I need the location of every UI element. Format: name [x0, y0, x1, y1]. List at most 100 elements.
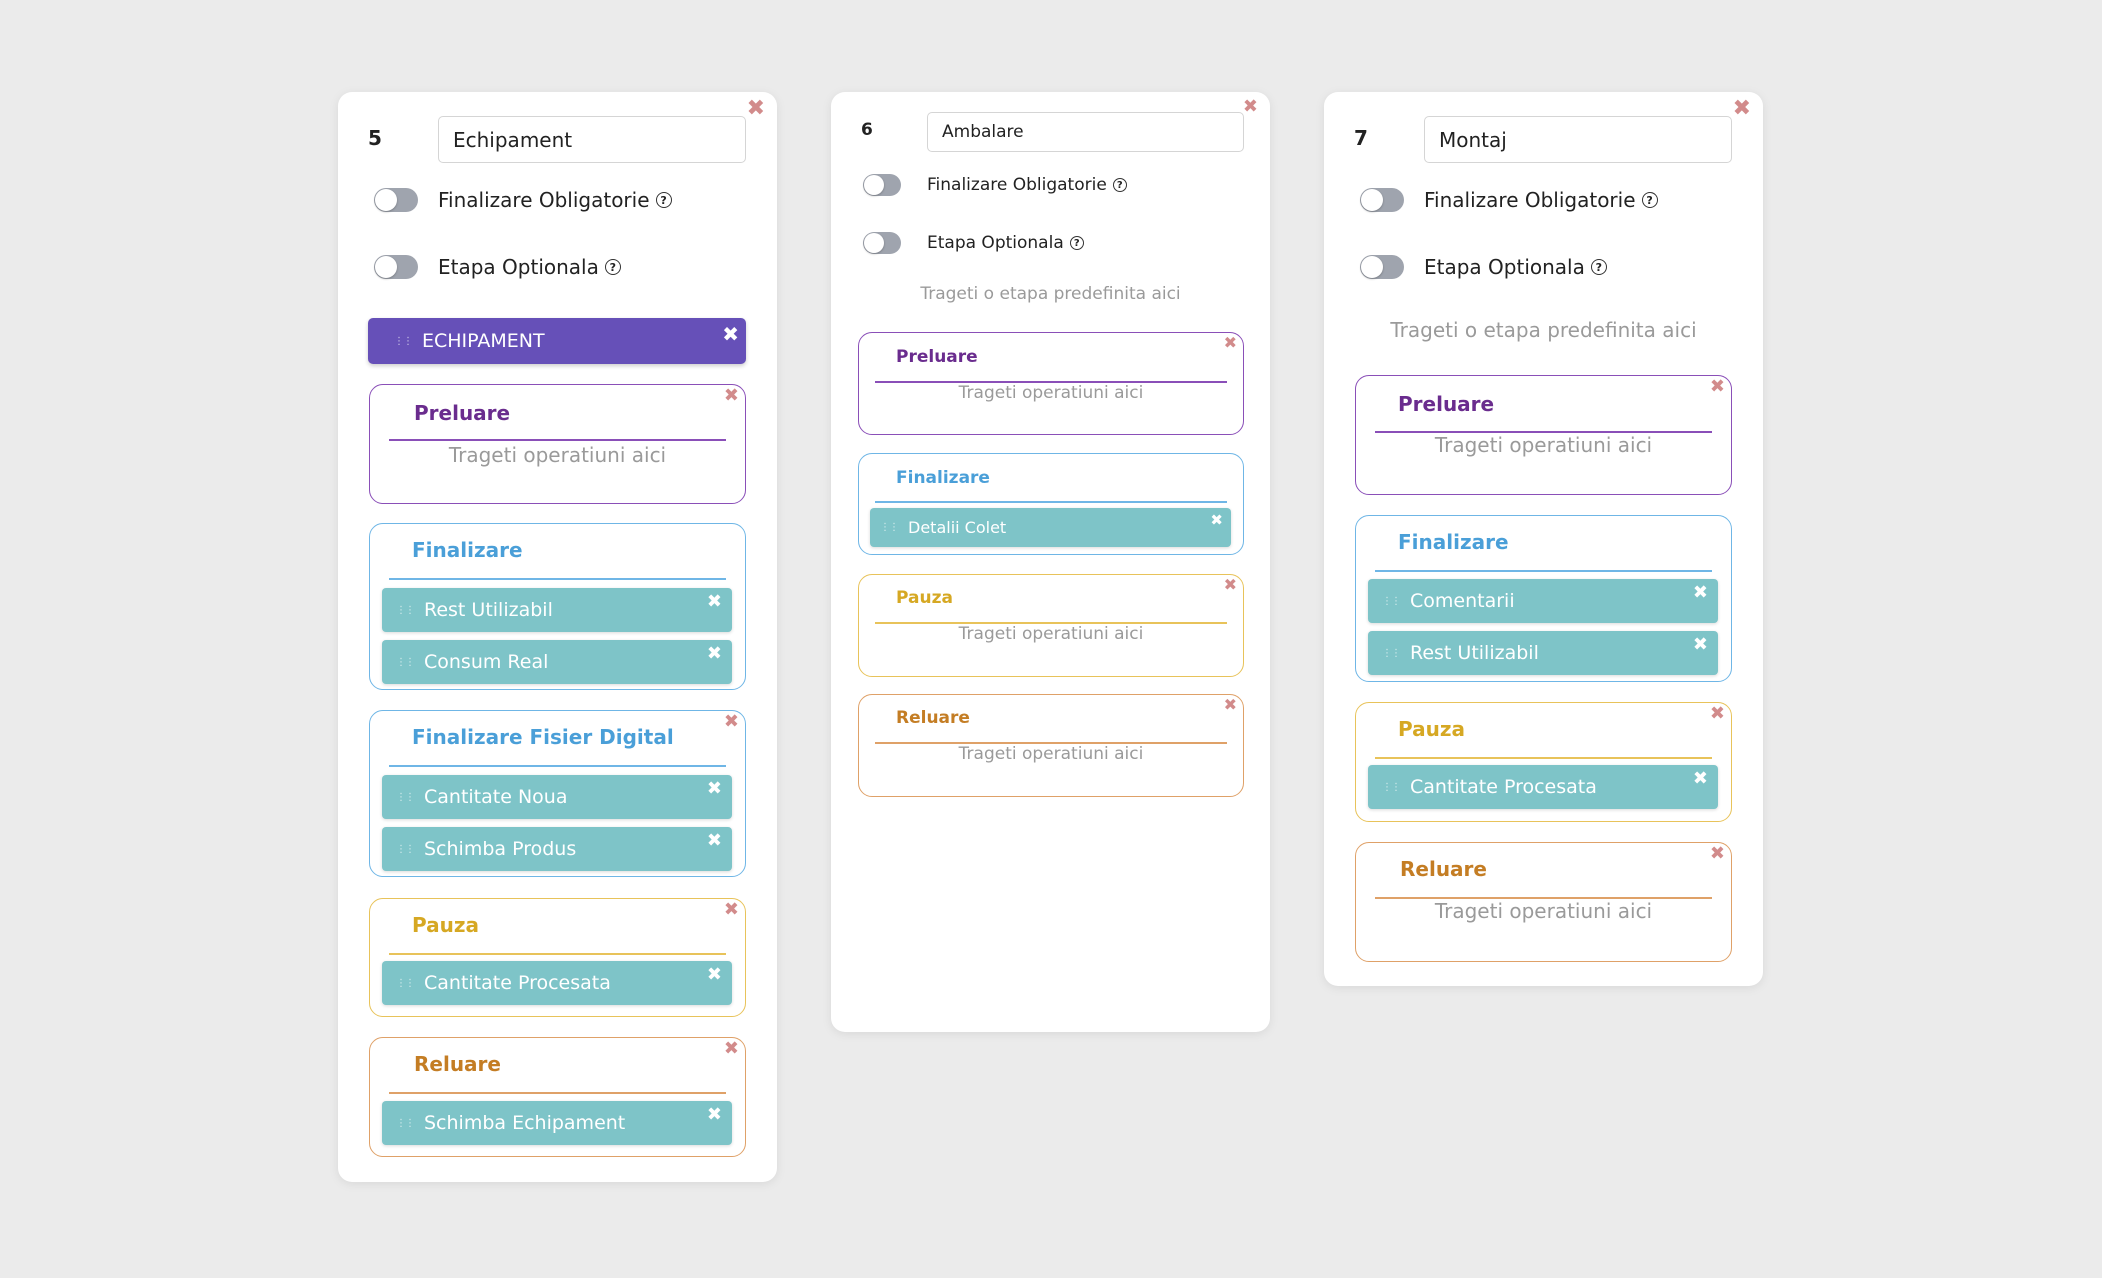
drop-hint: Trageti operatiuni aici — [1434, 433, 1653, 457]
drag-handle-icon[interactable]: ⋮⋮ — [396, 792, 415, 803]
close-icon[interactable]: ✖ — [707, 1104, 722, 1125]
drop-hint: Trageti operatiuni aici — [958, 624, 1144, 644]
drop-hint: Trageti operatiuni aici — [1434, 899, 1653, 923]
group-divider — [1375, 570, 1712, 572]
operation-label: Cantitate Procesata — [424, 972, 611, 994]
close-icon[interactable]: ✖ — [707, 778, 722, 799]
operation-chip[interactable]: ⋮⋮ Consum Real ✖ — [382, 640, 732, 684]
mandatory-finish-toggle-row: Finalizare Obligatorie ? — [1360, 188, 1658, 212]
operation-label: Schimba Produs — [424, 838, 577, 860]
close-icon[interactable]: ✖ — [1733, 98, 1751, 120]
mandatory-finish-toggle[interactable] — [863, 174, 901, 196]
close-icon[interactable]: ✖ — [707, 830, 722, 851]
group-finalizare: Finalizare ⋮⋮ Detalii Colet ✖ — [858, 453, 1244, 555]
stage-number: 6 — [861, 120, 873, 140]
group-divider — [389, 439, 726, 441]
operation-label: Cantitate Noua — [424, 786, 568, 808]
group-reluare: ✖ Reluare ⋮⋮ Schimba Echipament ✖ — [369, 1037, 746, 1157]
group-title: Reluare — [414, 1052, 501, 1076]
optional-stage-toggle[interactable] — [863, 232, 901, 254]
operation-chip[interactable]: ⋮⋮ Schimba Produs ✖ — [382, 827, 732, 871]
operation-chip[interactable]: ⋮⋮ Rest Utilizabil ✖ — [382, 588, 732, 632]
help-icon[interactable]: ? — [604, 259, 621, 275]
close-icon[interactable]: ✖ — [1243, 98, 1258, 116]
close-icon[interactable]: ✖ — [724, 713, 739, 731]
stage-number: 5 — [368, 126, 382, 150]
drag-handle-icon[interactable]: ⋮⋮ — [396, 1118, 415, 1129]
help-icon[interactable]: ? — [655, 192, 672, 208]
operation-label: Schimba Echipament — [424, 1112, 626, 1134]
predefined-stage-drop-hint[interactable]: Trageti o etapa predefinita aici — [1324, 318, 1763, 342]
help-icon[interactable]: ? — [1069, 236, 1084, 250]
group-title: Preluare — [896, 347, 978, 367]
drag-handle-icon[interactable]: ⋮⋮ — [396, 978, 415, 989]
group-title: Finalizare — [1398, 530, 1509, 554]
drag-handle-icon[interactable]: ⋮⋮ — [1382, 782, 1401, 793]
mandatory-finish-toggle-row: Finalizare Obligatorie ? — [374, 188, 672, 212]
predefined-stage-chip[interactable]: ⋮⋮ ECHIPAMENT ✖ — [368, 318, 746, 364]
operation-chip[interactable]: ⋮⋮ Schimba Echipament ✖ — [382, 1101, 732, 1145]
group-finalizare-fisier-digital: ✖ Finalizare Fisier Digital ⋮⋮ Cantitate… — [369, 710, 746, 877]
drag-handle-icon[interactable]: ⋮⋮ — [396, 605, 415, 616]
drag-handle-icon[interactable]: ⋮⋮ — [1382, 596, 1401, 607]
close-icon[interactable]: ✖ — [1224, 697, 1237, 713]
mandatory-finish-toggle[interactable] — [374, 188, 418, 212]
operation-label: Cantitate Procesata — [1410, 776, 1597, 798]
operation-chip[interactable]: ⋮⋮ Detalii Colet ✖ — [870, 508, 1231, 547]
optional-stage-toggle[interactable] — [374, 255, 418, 279]
close-icon[interactable]: ✖ — [724, 1040, 739, 1058]
group-pauza: ✖ Pauza ⋮⋮ Cantitate Procesata ✖ — [369, 898, 746, 1017]
stage-name-input[interactable] — [1424, 116, 1732, 163]
drag-handle-icon[interactable]: ⋮⋮ — [396, 657, 415, 668]
operation-chip[interactable]: ⋮⋮ Cantitate Procesata ✖ — [382, 961, 732, 1005]
operation-chip[interactable]: ⋮⋮ Cantitate Noua ✖ — [382, 775, 732, 819]
close-icon[interactable]: ✖ — [707, 643, 722, 664]
help-icon[interactable]: ? — [1590, 259, 1607, 275]
group-divider — [389, 1092, 726, 1094]
operation-label: Detalii Colet — [908, 518, 1007, 537]
mandatory-finish-label: Finalizare Obligatorie — [927, 175, 1107, 195]
predefined-stage-drop-hint[interactable]: Trageti o etapa predefinita aici — [831, 284, 1270, 304]
close-icon[interactable]: ✖ — [722, 322, 739, 346]
close-icon[interactable]: ✖ — [1693, 634, 1708, 655]
drop-hint: Trageti operatiuni aici — [958, 744, 1144, 764]
group-divider — [389, 578, 726, 580]
predefined-stage-label: ECHIPAMENT — [422, 330, 545, 352]
close-icon[interactable]: ✖ — [1693, 768, 1708, 789]
operation-chip[interactable]: ⋮⋮ Cantitate Procesata ✖ — [1368, 765, 1718, 809]
drag-handle-icon[interactable]: ⋮⋮ — [1382, 648, 1401, 659]
mandatory-finish-toggle[interactable] — [1360, 188, 1404, 212]
help-icon[interactable]: ? — [1112, 178, 1127, 192]
close-icon[interactable]: ✖ — [1210, 511, 1223, 529]
stage-card-5: ✖ 5 Finalizare Obligatorie ? Etapa Optio… — [338, 92, 777, 1182]
close-icon[interactable]: ✖ — [1693, 582, 1708, 603]
close-icon[interactable]: ✖ — [724, 901, 739, 919]
close-icon[interactable]: ✖ — [1710, 845, 1725, 863]
help-icon[interactable]: ? — [1641, 192, 1658, 208]
group-title: Preluare — [414, 401, 511, 425]
close-icon[interactable]: ✖ — [707, 591, 722, 612]
mandatory-finish-label: Finalizare Obligatorie — [438, 188, 650, 212]
drag-handle-icon[interactable]: ⋮⋮ — [394, 336, 413, 347]
optional-stage-toggle-row: Etapa Optionala ? — [1360, 255, 1607, 279]
close-icon[interactable]: ✖ — [1224, 577, 1237, 593]
optional-stage-toggle[interactable] — [1360, 255, 1404, 279]
mandatory-finish-toggle-row: Finalizare Obligatorie ? — [863, 174, 1127, 196]
operation-chip[interactable]: ⋮⋮ Comentarii ✖ — [1368, 579, 1718, 623]
operation-label: Rest Utilizabil — [1410, 642, 1539, 664]
group-title: Pauza — [1398, 717, 1465, 741]
stage-name-input[interactable] — [927, 112, 1244, 152]
optional-stage-label: Etapa Optionala — [927, 233, 1064, 253]
stage-name-input[interactable] — [438, 116, 746, 163]
close-icon[interactable]: ✖ — [747, 98, 765, 120]
operation-chip[interactable]: ⋮⋮ Rest Utilizabil ✖ — [1368, 631, 1718, 675]
close-icon[interactable]: ✖ — [724, 387, 739, 405]
close-icon[interactable]: ✖ — [1224, 335, 1237, 351]
close-icon[interactable]: ✖ — [707, 964, 722, 985]
close-icon[interactable]: ✖ — [1710, 378, 1725, 396]
drag-handle-icon[interactable]: ⋮⋮ — [396, 844, 415, 855]
close-icon[interactable]: ✖ — [1710, 705, 1725, 723]
mandatory-finish-label: Finalizare Obligatorie — [1424, 188, 1636, 212]
drag-handle-icon[interactable]: ⋮⋮ — [880, 522, 899, 533]
drop-hint: Trageti operatiuni aici — [958, 383, 1144, 403]
